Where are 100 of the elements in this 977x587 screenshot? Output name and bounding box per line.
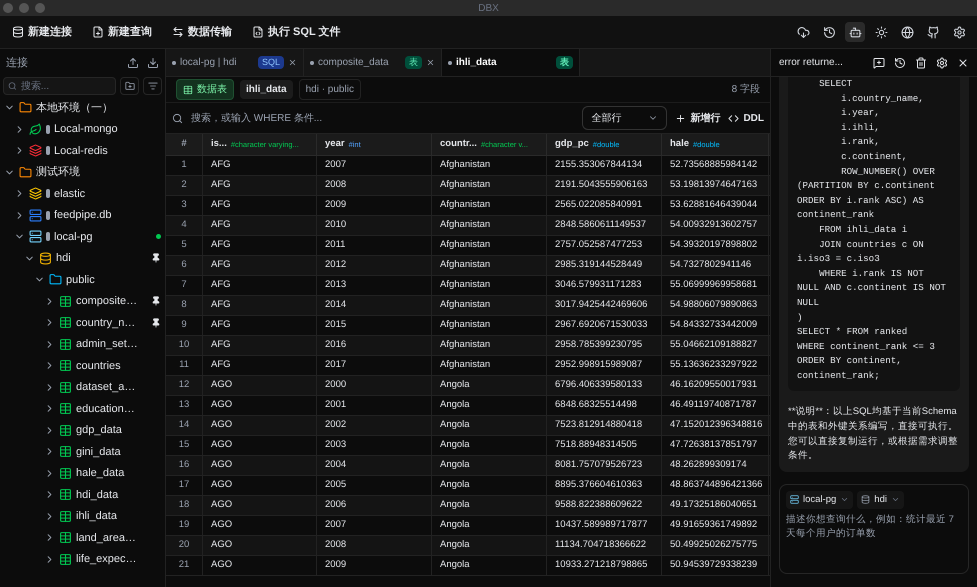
table-cell: 9 — [166, 316, 203, 335]
connection-select[interactable]: local-pg — [786, 490, 854, 510]
tree-item[interactable]: ihli_data — [0, 506, 165, 527]
tree-label: gdp_data — [76, 423, 122, 438]
tree-label: elastic — [54, 186, 86, 202]
table-icon — [59, 294, 72, 308]
tree-item[interactable]: education… — [0, 398, 165, 420]
tree-label: local-pg — [54, 230, 93, 244]
table-cell: AFG — [203, 276, 317, 295]
server-icon — [29, 208, 42, 222]
close-icon[interactable] — [957, 56, 969, 68]
trash-icon[interactable] — [915, 56, 927, 68]
tree-item[interactable]: Local-redis — [0, 140, 165, 162]
history-icon[interactable] — [894, 56, 906, 68]
table-cell: Afghanistan — [432, 356, 547, 375]
table-icon — [59, 316, 72, 330]
tree-item[interactable]: Local-mongo — [0, 118, 165, 140]
settings-icon[interactable] — [936, 56, 948, 68]
tree-item[interactable]: local-pg — [0, 226, 165, 248]
table-cell: 6 — [166, 256, 203, 275]
tree-item[interactable]: hdi — [0, 248, 165, 269]
toolbar-button[interactable]: 执行 SQL 文件 — [248, 20, 345, 44]
table-cell: 17 — [166, 476, 203, 495]
tree-label: country_n… — [76, 316, 136, 330]
tab[interactable]: ihli_data 表 — [442, 49, 580, 76]
tree-item[interactable]: 本地环境（一） — [0, 97, 165, 118]
tab[interactable]: local-pg | hdi SQL — [166, 49, 304, 76]
table-cell: 2008 — [317, 176, 432, 195]
table-cell: 10933.271218798865 — [547, 556, 662, 575]
tree-item[interactable]: 测试环境 — [0, 162, 165, 183]
table-cell: Afghanistan — [432, 296, 547, 315]
tree-item[interactable]: life_expec… — [0, 548, 165, 570]
table-cell: 4 — [166, 216, 203, 235]
tree-item[interactable]: admin_set… — [0, 334, 165, 355]
new-folder-button[interactable] — [120, 77, 140, 95]
table-cell: AGO — [203, 556, 317, 575]
tree-label: admin_set… — [76, 337, 138, 352]
close-icon[interactable] — [288, 58, 297, 67]
github-icon — [926, 26, 940, 38]
table-cell: 46.49119740871787 — [662, 396, 769, 415]
tree-label: land_area… — [76, 530, 136, 546]
table-cell: 3017.9425442469606 — [547, 296, 662, 315]
filter-button[interactable] — [143, 77, 162, 95]
globe-icon — [900, 26, 914, 38]
table-cell: 9588.822388609622 — [547, 496, 662, 515]
sun-icon — [874, 26, 888, 38]
where-filter-field[interactable]: 搜索，或输入 WHERE 条件... — [191, 110, 574, 126]
ddl-button[interactable]: DDL — [728, 110, 764, 126]
table-cell: 16 — [166, 456, 203, 475]
tree-item[interactable]: composite… — [0, 290, 165, 312]
upload-icon[interactable] — [127, 57, 139, 69]
add-row-button[interactable]: 新增行 — [675, 110, 720, 126]
table-cell: AGO — [203, 536, 317, 555]
tree-item[interactable]: countries — [0, 355, 165, 376]
table-cell: 55.04662109188827 — [662, 336, 769, 355]
status-pill-icon — [46, 232, 50, 242]
table-cell: 20 — [166, 536, 203, 555]
tree-item[interactable]: hale_data — [0, 462, 165, 484]
table-cell: AFG — [203, 156, 317, 175]
tree-item[interactable]: gdp_data — [0, 420, 165, 441]
tree-item[interactable]: country_n… — [0, 312, 165, 334]
column-header[interactable]: # — [166, 134, 203, 155]
table-cell: 2007 — [317, 516, 432, 535]
table-cell: AGO — [203, 396, 317, 415]
table-cell: 2007 — [317, 156, 432, 175]
table-cell: 2565.022085840991 — [547, 196, 662, 215]
tree-item[interactable]: gini_data — [0, 441, 165, 462]
robot-button[interactable] — [845, 22, 865, 42]
table-cell: 6796.406339580133 — [547, 376, 662, 395]
server-icon — [29, 230, 42, 244]
toolbar-button[interactable]: 新建查询 — [88, 20, 156, 44]
tree-item[interactable]: dataset_a… — [0, 376, 165, 398]
table-icon — [59, 402, 72, 416]
table-cell: Angola — [432, 396, 547, 415]
table-cell: 54.7327802941146 — [662, 256, 769, 275]
database-select[interactable]: hdi — [857, 490, 904, 510]
tree-item[interactable]: land_area… — [0, 527, 165, 548]
toolbar-button[interactable]: 新建连接 — [8, 20, 76, 44]
code-icon — [728, 112, 740, 124]
new-chat-icon[interactable] — [873, 56, 885, 68]
download-icon[interactable] — [147, 57, 159, 69]
tree-label: ihli_data — [76, 509, 117, 524]
tree-item[interactable]: public — [0, 269, 165, 290]
close-icon[interactable] — [426, 58, 435, 67]
toolbar-button[interactable]: 数据传输 — [168, 20, 236, 44]
tab-label: local-pg | hdi — [180, 56, 238, 70]
rows-select[interactable]: 全部行 — [582, 106, 668, 130]
tree-item[interactable]: hdi_data — [0, 484, 165, 506]
table-cell: AFG — [203, 216, 317, 235]
tree-item[interactable]: elastic — [0, 183, 165, 204]
search-field[interactable]: 搜索... — [3, 77, 116, 95]
table-cell: AFG — [203, 296, 317, 315]
view-badge[interactable]: 数据表 — [176, 79, 234, 100]
search-input[interactable]: 搜索... — [20, 78, 112, 94]
tree-item[interactable]: feedpipe.db — [0, 204, 165, 226]
leaf-icon — [29, 122, 42, 136]
table-cell: Afghanistan — [432, 236, 547, 255]
prompt-field[interactable]: local-pg hdi 描述你想查询什么，例如：统计最近 7 天每个用户的订单数 — [779, 484, 969, 574]
table-cell: 7523.812914880418 — [547, 416, 662, 435]
server-icon — [790, 495, 799, 504]
